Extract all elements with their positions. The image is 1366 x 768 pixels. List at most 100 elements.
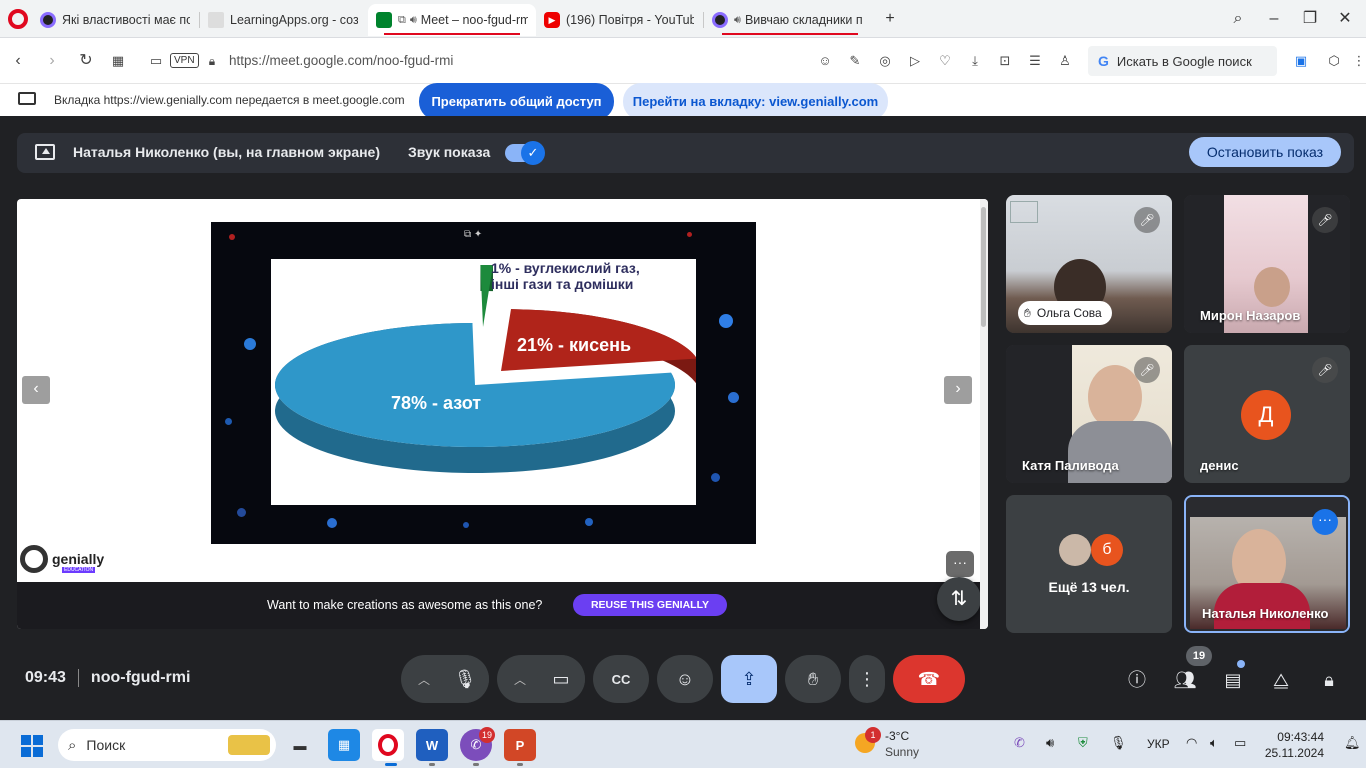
wallet-icon[interactable]: ▣ <box>1292 52 1310 70</box>
tab-meet[interactable]: ⧉ 🔊︎ Meet – noo-fgud-rmi <box>368 4 536 36</box>
windows-start-icon[interactable] <box>21 735 43 757</box>
task-view-icon[interactable]: ▬ <box>284 729 316 761</box>
heart-icon[interactable]: ♡ <box>936 52 954 70</box>
activities-icon[interactable]: ⧋ <box>1268 668 1294 692</box>
powerpoint-icon[interactable]: P <box>504 729 536 761</box>
tab-title: LearningApps.org - создав <box>230 13 358 27</box>
lock-icon[interactable]: 🔒︎ <box>202 51 222 71</box>
tab-title: Вивчаю складники по <box>744 13 862 27</box>
host-controls-icon[interactable]: 🔒︎ <box>1316 668 1342 692</box>
viber-tray-icon[interactable]: ✆ <box>1014 735 1025 751</box>
play-icon[interactable]: ▷ <box>906 52 924 70</box>
microphone-tray-icon[interactable]: 🎙︎ <box>1110 735 1127 751</box>
info-icon[interactable]: ⓘ <box>1124 668 1150 692</box>
camera-button[interactable]: ▭ <box>537 655 585 703</box>
back-icon[interactable]: ‹ <box>8 51 28 71</box>
language-indicator[interactable]: УКР <box>1147 737 1170 751</box>
google-search-box[interactable]: G Искать в Google поиск <box>1088 46 1277 76</box>
speaker-icon[interactable]: 🔈︎ <box>1210 735 1218 751</box>
close-button[interactable]: ✕ <box>1335 9 1355 29</box>
security-tray-icon[interactable]: ⛨ <box>1078 735 1088 751</box>
extensions-icon[interactable]: ⬡ <box>1325 52 1343 70</box>
opera-circle-icon <box>40 12 56 28</box>
search-tabs-icon[interactable]: ⌕ <box>1228 9 1248 29</box>
more-participants-tile[interactable]: б Ещё 13 чел. <box>1006 495 1172 633</box>
download-icon[interactable]: ⤓ <box>966 52 984 70</box>
tab-title: Meet – noo-fgud-rmi <box>420 13 528 27</box>
stop-sharing-button[interactable]: Прекратить общий доступ <box>419 83 614 120</box>
taskbar-search[interactable]: ⌕ Поиск <box>58 729 276 761</box>
emoji-icon[interactable]: ☺ <box>816 52 834 70</box>
tab-1[interactable]: Які властивості має повітр <box>32 4 198 36</box>
chevron-up-icon[interactable]: ︿ <box>409 655 439 703</box>
participant-tile[interactable]: 🎤︎ ✋︎ Ольга Сова <box>1006 195 1172 333</box>
reuse-genially-button[interactable]: REUSE THIS GENIALLY <box>573 594 727 616</box>
speed-dial-icon[interactable]: ▦ <box>108 51 128 71</box>
clock[interactable]: 09:43:44 25.11.2024 <box>1262 729 1324 761</box>
image-tools-icon[interactable]: ⧉ ✦ <box>464 229 482 240</box>
menu-icon[interactable]: ⋮ <box>1350 52 1366 70</box>
easy-setup-icon[interactable]: ☰ <box>1026 52 1044 70</box>
self-tile[interactable]: ··· Наталья Николенко <box>1184 495 1350 633</box>
participant-tile[interactable]: 🎤︎ Мирон Назаров <box>1184 195 1350 333</box>
more-options-button[interactable]: ⋮ <box>849 655 885 703</box>
stop-show-button[interactable]: Остановить показ <box>1189 137 1341 167</box>
mic-off-icon: 🎤︎ <box>1134 357 1160 383</box>
notifications-icon[interactable]: 🔔︎ <box>1344 735 1361 751</box>
wifi-icon[interactable]: ◠ <box>1186 735 1197 751</box>
tab-5[interactable]: 🔊︎ Вивчаю складники по <box>704 4 870 36</box>
swap-arrows-icon[interactable]: ⇅ <box>937 577 981 621</box>
word-icon[interactable]: W <box>416 729 448 761</box>
search-label: Поиск <box>86 737 126 753</box>
battery-icon[interactable]: ▭ <box>1234 735 1246 751</box>
microphone-button[interactable]: 🎙︎ <box>441 655 489 703</box>
participant-tile[interactable]: 🎤︎ Д денис <box>1184 345 1350 483</box>
prev-slide-button[interactable]: ‹ <box>22 376 50 404</box>
screen-share-icon <box>18 92 36 105</box>
more-options-icon[interactable]: ··· <box>1312 509 1338 535</box>
pie-data-label: 78% - азот <box>391 393 481 413</box>
present-now-button[interactable]: ⇪ <box>721 655 777 703</box>
chat-icon[interactable]: ▤ <box>1220 668 1246 692</box>
youtube-icon: ▶ <box>544 12 560 28</box>
volume-tray-icon[interactable]: 🔊︎ <box>1046 735 1054 751</box>
tab-2[interactable]: LearningApps.org - создав <box>200 4 366 36</box>
emoji-reaction-button[interactable]: ☺ <box>657 655 713 703</box>
camera-icon[interactable]: ◎ <box>876 52 894 70</box>
people-icon[interactable]: 👥︎ <box>1172 668 1198 692</box>
restore-button[interactable]: ❐ <box>1300 9 1320 29</box>
new-tab-button[interactable]: + <box>880 9 900 29</box>
opera-menu-icon[interactable] <box>8 9 28 29</box>
weather-condition: Sunny <box>885 745 920 759</box>
forward-icon[interactable]: › <box>42 51 62 71</box>
chevron-up-icon[interactable]: ︿ <box>505 655 535 703</box>
minimize-button[interactable]: – <box>1264 9 1284 29</box>
meeting-info: 09:43 noo-fgud-rmi <box>25 669 190 687</box>
edit-icon[interactable]: ✎ <box>846 52 864 70</box>
reload-icon[interactable]: ↻ <box>76 51 96 71</box>
opera-browser-icon[interactable] <box>372 729 404 761</box>
captions-button[interactable]: CC <box>593 655 649 703</box>
picture-in-picture-icon[interactable]: ⧉ <box>398 14 406 27</box>
microsoft-store-icon[interactable]: ▦ <box>328 729 360 761</box>
speaker-icon[interactable]: 🔊︎ <box>734 14 741 27</box>
go-to-tab-button[interactable]: Перейти на вкладку: view.genially.com <box>623 83 888 120</box>
raise-hand-button[interactable]: ✋︎ <box>785 655 841 703</box>
more-options-button[interactable]: ··· <box>946 551 974 577</box>
scrollbar[interactable] <box>980 199 988 629</box>
profile-icon[interactable]: ♙ <box>1056 52 1074 70</box>
next-slide-button[interactable]: › <box>944 376 972 404</box>
url-field[interactable]: https://meet.google.com/noo-fgud-rmi <box>229 53 453 68</box>
vpn-badge[interactable]: VPN <box>170 53 199 68</box>
install-icon[interactable]: ⊡ <box>996 52 1014 70</box>
sound-label: Звук показа <box>408 144 491 160</box>
genially-edu-badge: EDUCATION <box>62 567 96 573</box>
participant-tile[interactable]: 🎤︎ Катя Паливода <box>1006 345 1172 483</box>
tab-4[interactable]: ▶ (196) Повітря - YouTube <box>536 4 702 36</box>
sound-toggle[interactable]: ✓ <box>505 141 545 165</box>
search-placeholder: Искать в Google поиск <box>1116 53 1252 69</box>
end-call-button[interactable]: ☎︎ <box>893 655 965 703</box>
pie-data-label: інші гази та домішки <box>491 276 633 292</box>
speaker-icon[interactable]: 🔊︎ <box>410 14 417 27</box>
snapshot-icon[interactable]: ▭ <box>146 51 166 71</box>
